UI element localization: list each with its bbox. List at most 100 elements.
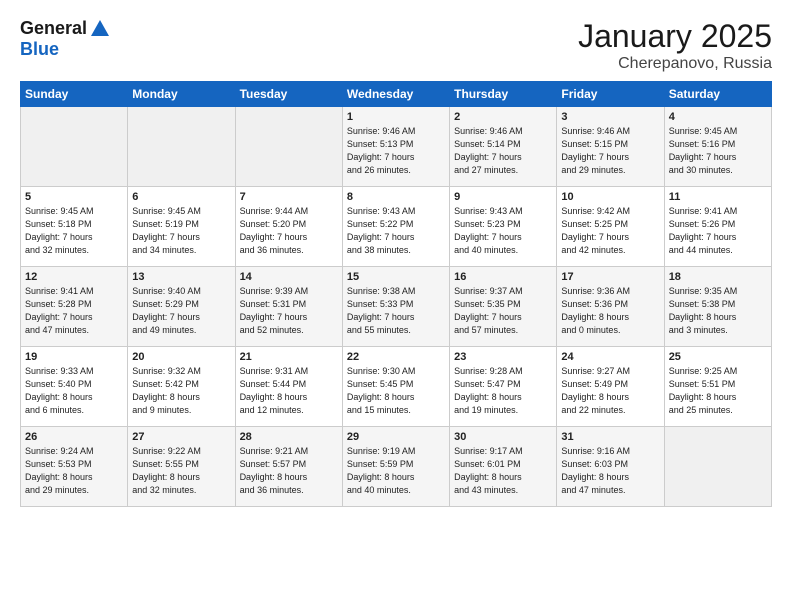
calendar-header-row: Sunday Monday Tuesday Wednesday Thursday…	[21, 82, 772, 107]
day-number: 2	[454, 111, 552, 123]
day-info: Sunrise: 9:25 AM Sunset: 5:51 PM Dayligh…	[669, 365, 767, 417]
day-number: 11	[669, 191, 767, 203]
day-info: Sunrise: 9:28 AM Sunset: 5:47 PM Dayligh…	[454, 365, 552, 417]
table-row: 20 Sunrise: 9:32 AM Sunset: 5:42 PM Dayli…	[128, 347, 235, 427]
day-info: Sunrise: 9:17 AM Sunset: 6:01 PM Dayligh…	[454, 445, 552, 497]
week-row-4: 26 Sunrise: 9:24 AM Sunset: 5:53 PM Dayli…	[21, 427, 772, 507]
day-number: 24	[561, 351, 659, 363]
table-row: 4Sunrise: 9:45 AM Sunset: 5:16 PM Daylig…	[664, 107, 771, 187]
day-info: Sunrise: 9:45 AM Sunset: 5:19 PM Dayligh…	[132, 205, 230, 257]
table-row: 12Sunrise: 9:41 AM Sunset: 5:28 PM Dayli…	[21, 267, 128, 347]
table-row: 19 Sunrise: 9:33 AM Sunset: 5:40 PM Dayli…	[21, 347, 128, 427]
table-row: 15Sunrise: 9:38 AM Sunset: 5:33 PM Dayli…	[342, 267, 449, 347]
table-row	[664, 427, 771, 507]
day-number: 7	[240, 191, 338, 203]
table-row: 6 Sunrise: 9:45 AM Sunset: 5:19 PM Daylig…	[128, 187, 235, 267]
day-number: 16	[454, 271, 552, 283]
day-number: 19	[25, 351, 123, 363]
day-number: 22	[347, 351, 445, 363]
col-tuesday: Tuesday	[235, 82, 342, 107]
table-row: 25 Sunrise: 9:25 AM Sunset: 5:51 PM Dayli…	[664, 347, 771, 427]
table-row: 3 Sunrise: 9:46 AM Sunset: 5:15 PM Daylig…	[557, 107, 664, 187]
day-info: Sunrise: 9:39 AM Sunset: 5:31 PM Dayligh…	[240, 285, 338, 337]
day-info: Sunrise: 9:43 AM Sunset: 5:22 PM Dayligh…	[347, 205, 445, 257]
col-wednesday: Wednesday	[342, 82, 449, 107]
table-row: 23 Sunrise: 9:28 AM Sunset: 5:47 PM Dayli…	[450, 347, 557, 427]
table-row: 27 Sunrise: 9:22 AM Sunset: 5:55 PM Dayli…	[128, 427, 235, 507]
table-row: 18Sunrise: 9:35 AM Sunset: 5:38 PM Dayli…	[664, 267, 771, 347]
table-row: 14 Sunrise: 9:39 AM Sunset: 5:31 PM Dayli…	[235, 267, 342, 347]
day-number: 30	[454, 431, 552, 443]
day-number: 3	[561, 111, 659, 123]
table-row: 8 Sunrise: 9:43 AM Sunset: 5:22 PM Daylig…	[342, 187, 449, 267]
calendar-table: Sunday Monday Tuesday Wednesday Thursday…	[20, 81, 772, 507]
day-number: 14	[240, 271, 338, 283]
day-number: 26	[25, 431, 123, 443]
table-row: 10 Sunrise: 9:42 AM Sunset: 5:25 PM Dayli…	[557, 187, 664, 267]
day-info: Sunrise: 9:35 AM Sunset: 5:38 PM Dayligh…	[669, 285, 767, 337]
day-number: 28	[240, 431, 338, 443]
day-info: Sunrise: 9:40 AM Sunset: 5:29 PM Dayligh…	[132, 285, 230, 337]
day-number: 9	[454, 191, 552, 203]
day-number: 20	[132, 351, 230, 363]
table-row: 28 Sunrise: 9:21 AM Sunset: 5:57 PM Dayli…	[235, 427, 342, 507]
table-row: 22Sunrise: 9:30 AM Sunset: 5:45 PM Dayli…	[342, 347, 449, 427]
day-number: 8	[347, 191, 445, 203]
day-number: 5	[25, 191, 123, 203]
calendar-subtitle: Cherepanovo, Russia	[578, 55, 772, 73]
table-row	[235, 107, 342, 187]
table-row: 29 Sunrise: 9:19 AM Sunset: 5:59 PM Dayli…	[342, 427, 449, 507]
header: General Blue January 2025 Cherepanovo, R…	[20, 18, 772, 73]
col-sunday: Sunday	[21, 82, 128, 107]
table-row: 17Sunrise: 9:36 AM Sunset: 5:36 PM Dayli…	[557, 267, 664, 347]
col-friday: Friday	[557, 82, 664, 107]
day-number: 1	[347, 111, 445, 123]
week-row-0: 1Sunrise: 9:46 AM Sunset: 5:13 PM Daylig…	[21, 107, 772, 187]
table-row	[21, 107, 128, 187]
day-number: 6	[132, 191, 230, 203]
day-info: Sunrise: 9:42 AM Sunset: 5:25 PM Dayligh…	[561, 205, 659, 257]
table-row	[128, 107, 235, 187]
col-saturday: Saturday	[664, 82, 771, 107]
col-thursday: Thursday	[450, 82, 557, 107]
logo-line2: Blue	[20, 40, 111, 60]
day-info: Sunrise: 9:16 AM Sunset: 6:03 PM Dayligh…	[561, 445, 659, 497]
day-number: 10	[561, 191, 659, 203]
day-number: 17	[561, 271, 659, 283]
table-row: 16Sunrise: 9:37 AM Sunset: 5:35 PM Dayli…	[450, 267, 557, 347]
logo-icon	[89, 18, 111, 40]
table-row: 26 Sunrise: 9:24 AM Sunset: 5:53 PM Dayli…	[21, 427, 128, 507]
table-row: 11Sunrise: 9:41 AM Sunset: 5:26 PM Dayli…	[664, 187, 771, 267]
table-row: 5 Sunrise: 9:45 AM Sunset: 5:18 PM Daylig…	[21, 187, 128, 267]
day-info: Sunrise: 9:21 AM Sunset: 5:57 PM Dayligh…	[240, 445, 338, 497]
calendar-title: January 2025	[578, 18, 772, 55]
day-info: Sunrise: 9:46 AM Sunset: 5:15 PM Dayligh…	[561, 125, 659, 177]
week-row-1: 5 Sunrise: 9:45 AM Sunset: 5:18 PM Daylig…	[21, 187, 772, 267]
week-row-2: 12Sunrise: 9:41 AM Sunset: 5:28 PM Dayli…	[21, 267, 772, 347]
week-row-3: 19 Sunrise: 9:33 AM Sunset: 5:40 PM Dayli…	[21, 347, 772, 427]
day-info: Sunrise: 9:45 AM Sunset: 5:16 PM Dayligh…	[669, 125, 767, 177]
day-info: Sunrise: 9:31 AM Sunset: 5:44 PM Dayligh…	[240, 365, 338, 417]
day-info: Sunrise: 9:19 AM Sunset: 5:59 PM Dayligh…	[347, 445, 445, 497]
day-info: Sunrise: 9:44 AM Sunset: 5:20 PM Dayligh…	[240, 205, 338, 257]
day-info: Sunrise: 9:32 AM Sunset: 5:42 PM Dayligh…	[132, 365, 230, 417]
day-info: Sunrise: 9:33 AM Sunset: 5:40 PM Dayligh…	[25, 365, 123, 417]
day-number: 23	[454, 351, 552, 363]
table-row: 7 Sunrise: 9:44 AM Sunset: 5:20 PM Daylig…	[235, 187, 342, 267]
day-number: 12	[25, 271, 123, 283]
day-number: 15	[347, 271, 445, 283]
day-number: 29	[347, 431, 445, 443]
day-number: 27	[132, 431, 230, 443]
day-info: Sunrise: 9:22 AM Sunset: 5:55 PM Dayligh…	[132, 445, 230, 497]
day-info: Sunrise: 9:46 AM Sunset: 5:14 PM Dayligh…	[454, 125, 552, 177]
page: General Blue January 2025 Cherepanovo, R…	[0, 0, 792, 612]
table-row: 31 Sunrise: 9:16 AM Sunset: 6:03 PM Dayli…	[557, 427, 664, 507]
col-monday: Monday	[128, 82, 235, 107]
day-info: Sunrise: 9:43 AM Sunset: 5:23 PM Dayligh…	[454, 205, 552, 257]
day-number: 31	[561, 431, 659, 443]
table-row: 9 Sunrise: 9:43 AM Sunset: 5:23 PM Daylig…	[450, 187, 557, 267]
day-info: Sunrise: 9:45 AM Sunset: 5:18 PM Dayligh…	[25, 205, 123, 257]
day-number: 25	[669, 351, 767, 363]
day-info: Sunrise: 9:24 AM Sunset: 5:53 PM Dayligh…	[25, 445, 123, 497]
title-block: January 2025 Cherepanovo, Russia	[578, 18, 772, 73]
